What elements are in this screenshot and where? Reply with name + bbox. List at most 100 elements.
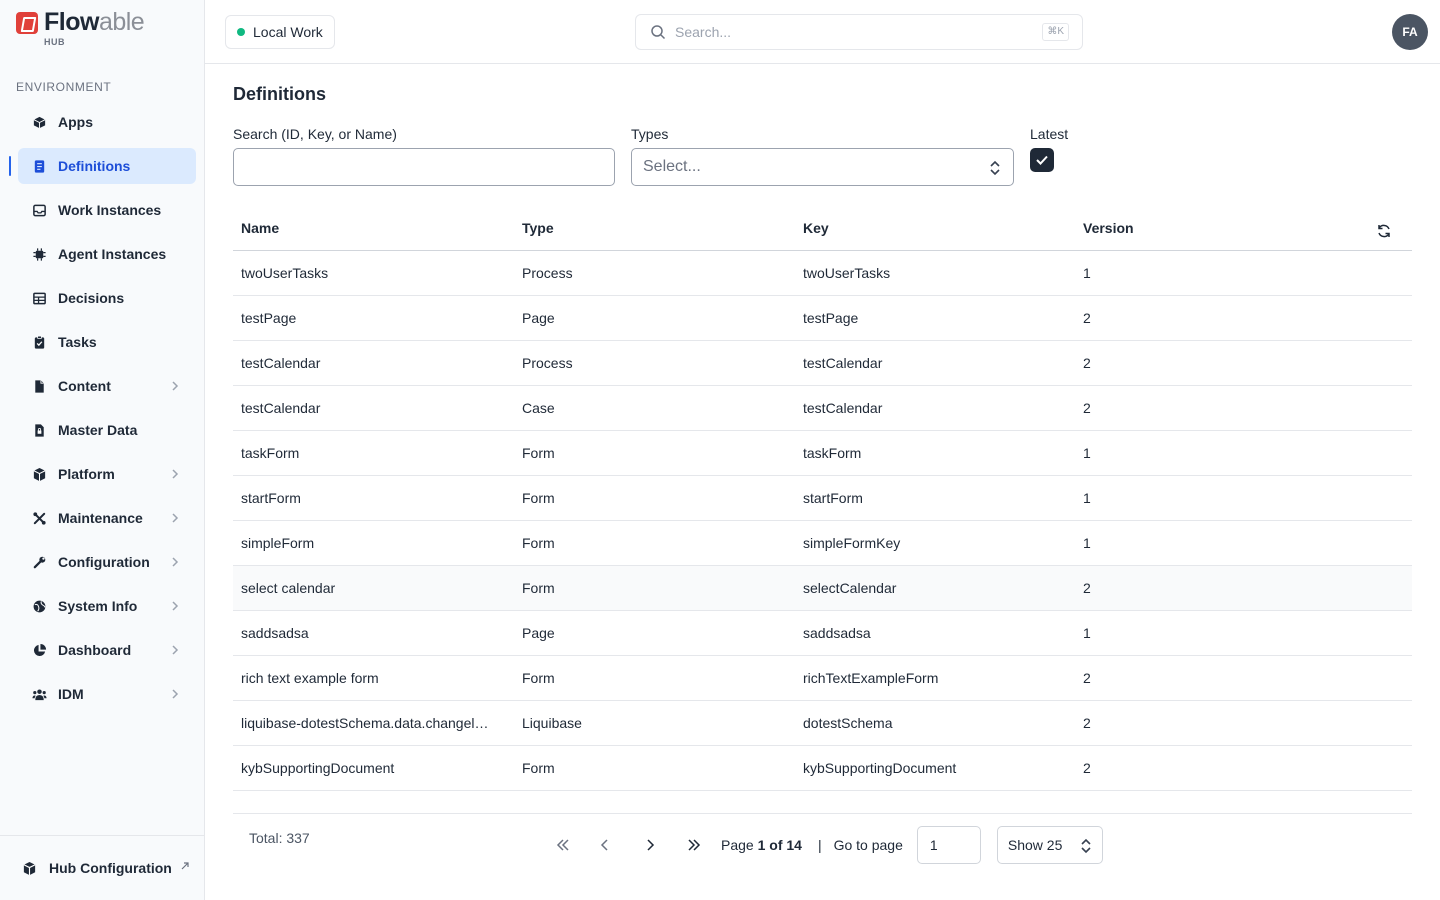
- latest-checkbox[interactable]: [1030, 148, 1054, 172]
- table-row[interactable]: testCalendar Case testCalendar 2: [233, 386, 1412, 431]
- chevrons-left-icon: [556, 839, 569, 851]
- table-icon: [32, 291, 47, 306]
- sidebar-item-content[interactable]: Content: [18, 368, 196, 404]
- cell-key: testCalendar: [803, 400, 883, 416]
- cell-type: Form: [522, 445, 555, 461]
- cell-type: Process: [522, 355, 573, 371]
- cell-type: Process: [522, 265, 573, 281]
- cell-name: saddsadsa: [241, 625, 309, 641]
- sidebar-item-label: Maintenance: [58, 510, 143, 526]
- chevron-right-icon: [172, 513, 179, 523]
- cell-name: startForm: [241, 490, 301, 506]
- sidebar-nav: Apps Definitions Work Instances Agent Insta…: [9, 104, 196, 720]
- last-page-button[interactable]: [686, 837, 702, 853]
- definitions-icon: [32, 159, 47, 174]
- sidebar-item-definitions[interactable]: Definitions: [9, 148, 196, 184]
- table-row[interactable]: select calendar Form selectCalendar 2: [233, 566, 1412, 611]
- footer-divider: [233, 813, 1412, 814]
- apps-icon: [32, 115, 47, 130]
- sidebar-item-label: Platform: [58, 466, 115, 482]
- go-to-page-value: 1: [929, 837, 938, 853]
- cell-name: liquibase-dotestSchema.data.changel…: [241, 715, 489, 731]
- cell-key: kybSupportingDocument: [803, 760, 957, 776]
- sidebar-item-dashboard[interactable]: Dashboard: [18, 632, 196, 668]
- cell-name: kybSupportingDocument: [241, 760, 395, 776]
- table-row[interactable]: liquibase-dotestSchema.data.changel… Liqu…: [233, 701, 1412, 746]
- pager-separator: |: [817, 837, 822, 853]
- chip-icon: [32, 247, 47, 262]
- table-header: Name Type Key Version: [233, 206, 1412, 251]
- table-row[interactable]: twoUserTasks Process twoUserTasks 1: [233, 251, 1412, 296]
- table-row[interactable]: taskForm Form taskForm 1: [233, 431, 1412, 476]
- first-page-button[interactable]: [555, 837, 571, 853]
- sidebar-item-system-info[interactable]: System Info: [18, 588, 196, 624]
- sidebar-item-platform[interactable]: Platform: [18, 456, 196, 492]
- flowable-logo[interactable]: Flowable HUB: [16, 8, 145, 47]
- cell-name: testCalendar: [241, 400, 321, 416]
- column-header-name[interactable]: Name: [241, 220, 279, 236]
- cell-version: 1: [1083, 490, 1091, 506]
- cell-version: 2: [1083, 355, 1091, 371]
- sidebar-item-label: Dashboard: [58, 642, 132, 658]
- sidebar-item-decisions[interactable]: Decisions: [18, 280, 196, 316]
- column-header-version[interactable]: Version: [1083, 220, 1134, 236]
- latest-filter-label: Latest: [1030, 126, 1069, 142]
- column-header-type[interactable]: Type: [522, 220, 554, 236]
- checkmark-icon: [1036, 155, 1048, 165]
- cell-type: Form: [522, 760, 555, 776]
- sidebar-item-label: Definitions: [58, 158, 131, 174]
- sidebar-item-label: Content: [58, 378, 111, 394]
- page-size-select[interactable]: Show 25: [996, 826, 1103, 864]
- sidebar-item-apps[interactable]: Apps: [18, 104, 196, 140]
- wrench-icon: [32, 555, 47, 570]
- table-row[interactable]: testCalendar Process testCalendar 2: [233, 341, 1412, 386]
- next-page-button[interactable]: [642, 837, 658, 853]
- shortcut-hint: ⌘K: [1042, 23, 1069, 41]
- sidebar-item-label: Master Data: [58, 422, 138, 438]
- sidebar-item-label: System Info: [58, 598, 138, 614]
- sidebar-item-work-instances[interactable]: Work Instances: [18, 192, 196, 228]
- table-row[interactable]: rich text example form Form richTextExampl…: [233, 656, 1412, 701]
- global-search-input[interactable]: Search... ⌘K: [635, 14, 1083, 50]
- hub-configuration-link[interactable]: Hub Configuration: [0, 835, 204, 900]
- sidebar-item-label: Work Instances: [58, 202, 162, 218]
- page-title: Definitions: [233, 84, 326, 104]
- cell-key: simpleFormKey: [803, 535, 901, 551]
- workspace-selector[interactable]: Local Work: [225, 15, 335, 49]
- sidebar-item-maintenance[interactable]: Maintenance: [18, 500, 196, 536]
- cell-version: 2: [1083, 400, 1091, 416]
- previous-page-button[interactable]: [597, 837, 613, 853]
- sidebar-item-master-data[interactable]: Master Data: [18, 412, 196, 448]
- types-filter-label: Types: [631, 126, 669, 142]
- brand-sub: HUB: [44, 37, 65, 47]
- chevrons-right-icon: [688, 839, 701, 851]
- sidebar-item-tasks[interactable]: Tasks: [18, 324, 196, 360]
- go-to-page-input[interactable]: 1: [916, 826, 981, 864]
- flowable-logo-icon: [16, 12, 38, 34]
- sidebar-item-idm[interactable]: IDM: [18, 676, 196, 712]
- tools-icon: [32, 511, 47, 526]
- user-avatar[interactable]: FA: [1392, 14, 1428, 50]
- table-row[interactable]: startForm Form startForm 1: [233, 476, 1412, 521]
- types-select[interactable]: Select...: [631, 148, 1014, 186]
- brand-name: Flowable: [44, 8, 145, 36]
- table-row[interactable]: kybSupportingDocument Form kybSupportingDo…: [233, 746, 1412, 791]
- cell-key: testPage: [803, 310, 859, 326]
- cell-key: startForm: [803, 490, 863, 506]
- table-row[interactable]: testPage Page testPage 2: [233, 296, 1412, 341]
- cell-version: 2: [1083, 580, 1091, 596]
- cell-type: Page: [522, 625, 555, 641]
- cell-key: taskForm: [803, 445, 862, 461]
- refresh-icon[interactable]: [1376, 223, 1392, 239]
- column-header-key[interactable]: Key: [803, 220, 829, 236]
- cell-type: Page: [522, 310, 555, 326]
- sidebar-item-configuration[interactable]: Configuration: [18, 544, 196, 580]
- definition-search-input[interactable]: [233, 148, 615, 186]
- table-row[interactable]: saddsadsa Page saddsadsa 1: [233, 611, 1412, 656]
- chevron-right-icon: [647, 839, 655, 851]
- cell-key: dotestSchema: [803, 715, 893, 731]
- chevron-right-icon: [172, 469, 179, 479]
- cell-type: Form: [522, 490, 555, 506]
- sidebar-item-agent-instances[interactable]: Agent Instances: [18, 236, 196, 272]
- table-row[interactable]: simpleForm Form simpleFormKey 1: [233, 521, 1412, 566]
